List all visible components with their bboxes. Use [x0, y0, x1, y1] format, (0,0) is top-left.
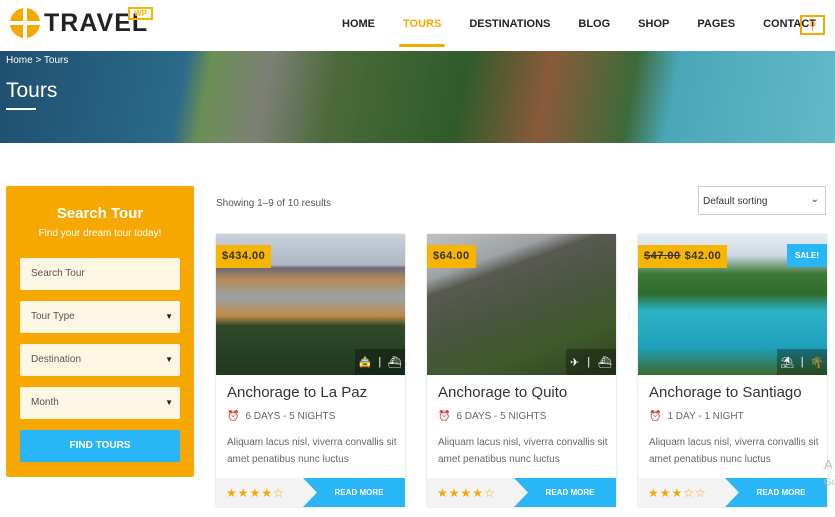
price: $434.00	[222, 250, 266, 262]
result-count: Showing 1–9 of 10 results	[216, 198, 332, 209]
main-nav: HOME TOURS DESTINATIONS BLOG SHOP PAGES …	[342, 18, 835, 47]
search-input[interactable]: Search Tour	[20, 258, 180, 290]
watermark-line: Go	[824, 477, 835, 488]
price: $64.00	[433, 250, 470, 262]
plane-icon: ✈	[569, 356, 580, 369]
caret-down-icon: ▼	[165, 312, 173, 321]
month-select[interactable]: Month ▼	[20, 387, 180, 419]
star-rating: ★★★★☆	[437, 486, 496, 500]
breadcrumb[interactable]: Home > Tours	[6, 55, 68, 66]
tour-type-select[interactable]: Tour Type ▼	[20, 301, 180, 333]
tour-description: Aliquam lacus nisl, viverra convallis si…	[438, 437, 608, 465]
palm-icon: 🌴	[810, 356, 824, 369]
site-header: TRAVEL WP HOME TOURS DESTINATIONS BLOG S…	[0, 0, 835, 51]
tour-title[interactable]: Anchorage to Santiago	[649, 384, 802, 401]
destination-label: Destination	[31, 354, 82, 365]
title-underline	[6, 108, 36, 110]
tour-card: $64.00 ✈ | ⛴ Anchorage to Quito ⏰ 6 DAYS - …	[427, 234, 616, 507]
nav-blog[interactable]: BLOG	[578, 18, 610, 30]
tour-duration: ⏰ 1 DAY - 1 NIGHT	[649, 411, 744, 422]
price: $42.00	[684, 250, 722, 262]
clock-icon: ⏰	[649, 411, 662, 422]
nav-destinations[interactable]: DESTINATIONS	[469, 18, 550, 30]
logo[interactable]: TRAVEL WP	[10, 7, 153, 38]
clock-icon: ⏰	[227, 411, 240, 422]
car-icon: 🚖	[358, 356, 372, 369]
duration-text: 1 DAY - 1 NIGHT	[667, 411, 744, 422]
sort-label: Default sorting	[703, 196, 768, 207]
price-badge: $64.00	[427, 245, 476, 268]
find-tours-button[interactable]: FIND TOURS	[20, 430, 180, 462]
tour-type-label: Tour Type	[31, 311, 75, 322]
watermark-line: A	[824, 457, 833, 472]
tour-card: $434.00 🚖 | ⛴ Anchorage to La Paz ⏰ 6 DAYS …	[216, 234, 405, 507]
destination-select[interactable]: Destination ▼	[20, 344, 180, 376]
search-icon: ⚲	[808, 19, 817, 32]
sale-badge: SALE!	[787, 244, 827, 267]
logo-badge: WP	[128, 7, 153, 20]
tour-title[interactable]: Anchorage to La Paz	[227, 384, 367, 401]
price-badge: $47.00 $42.00	[638, 245, 728, 268]
search-button[interactable]: ⚲	[800, 15, 825, 35]
duration-text: 6 DAYS - 5 NIGHTS	[456, 411, 547, 422]
nav-home[interactable]: HOME	[342, 18, 375, 30]
star-rating: ★★★☆☆	[648, 486, 707, 500]
nav-pages[interactable]: PAGES	[697, 18, 735, 30]
duration-text: 6 DAYS - 5 NIGHTS	[245, 411, 336, 422]
read-more-button[interactable]: READ MORE	[303, 478, 405, 507]
sort-select[interactable]: Default sorting ⌄	[698, 186, 826, 215]
nav-tours[interactable]: TOURS	[398, 18, 446, 47]
caret-down-icon: ▼	[165, 398, 173, 407]
search-title: Search Tour	[56, 205, 144, 222]
read-more-button[interactable]: READ MORE	[725, 478, 827, 507]
divider: |	[587, 356, 591, 368]
page-banner: Home > Tours Tours	[0, 51, 835, 143]
tour-duration: ⏰ 6 DAYS - 5 NIGHTS	[438, 411, 546, 422]
divider: |	[378, 356, 382, 368]
card-footer: ★★★★☆ READ MORE	[216, 478, 405, 507]
tour-duration: ⏰ 6 DAYS - 5 NIGHTS	[227, 411, 335, 422]
read-more-button[interactable]: READ MORE	[514, 478, 616, 507]
tour-card: $47.00 $42.00 SALE! ⛱ | 🌴 Anchorage to Sant…	[638, 234, 827, 507]
price-badge: $434.00	[216, 245, 272, 268]
transport-icons: 🚖 | ⛴	[355, 349, 405, 375]
star-rating: ★★★★☆	[226, 486, 285, 500]
nav-shop[interactable]: SHOP	[638, 18, 669, 30]
month-label: Month	[31, 397, 59, 408]
activity-icons: ⛱ | 🌴	[777, 349, 827, 375]
search-subtitle: Find your dream tour today!	[38, 228, 162, 239]
tour-description: Aliquam lacus nisl, viverra convallis si…	[227, 437, 397, 465]
chevron-down-icon: ⌄	[810, 194, 819, 205]
search-tour-panel: Search Tour Find your dream tour today! …	[6, 186, 194, 477]
transport-icons: ✈ | ⛴	[566, 349, 616, 375]
card-footer: ★★★☆☆ READ MORE	[638, 478, 827, 507]
boat-icon: ⛴	[598, 356, 612, 369]
card-footer: ★★★★☆ READ MORE	[427, 478, 616, 507]
watermark-text: A Go	[824, 456, 835, 492]
clock-icon: ⏰	[438, 411, 451, 422]
tour-title[interactable]: Anchorage to Quito	[438, 384, 567, 401]
old-price: $47.00	[644, 250, 681, 262]
divider: |	[800, 356, 804, 368]
boat-icon: ⛴	[387, 356, 402, 369]
tour-description: Aliquam lacus nisl, viverra convallis si…	[649, 437, 819, 465]
beach-icon: ⛱	[780, 356, 795, 369]
page-title: Tours	[6, 79, 58, 102]
globe-icon	[10, 8, 40, 38]
caret-down-icon: ▼	[165, 355, 173, 364]
